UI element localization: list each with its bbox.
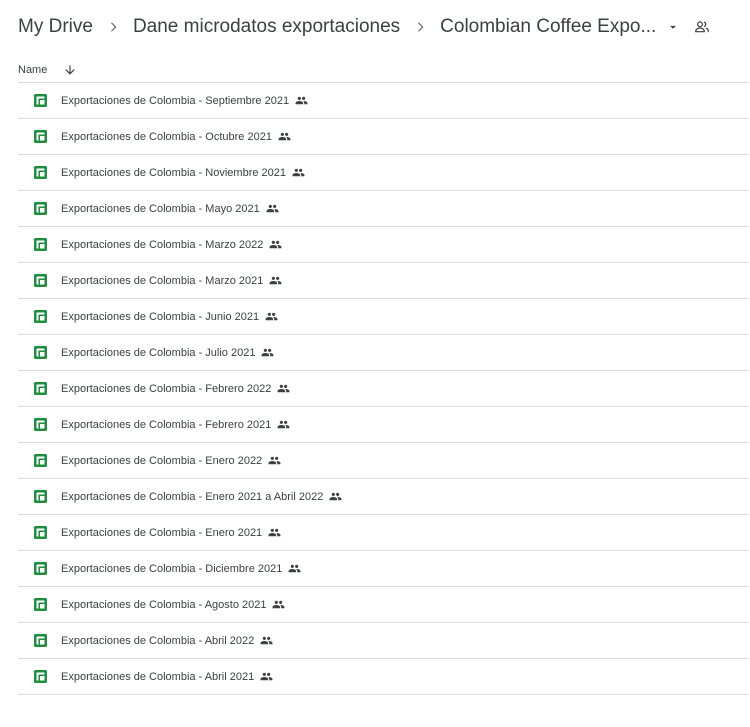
file-row[interactable]: Exportaciones de Colombia - Febrero 2021 [18,407,749,443]
file-row[interactable]: Exportaciones de Colombia - Septiembre 2… [18,83,749,119]
people-icon [288,562,301,575]
file-name: Exportaciones de Colombia - Agosto 2021 [61,598,267,611]
google-sheets-icon [34,94,47,107]
file-name: Exportaciones de Colombia - Marzo 2022 [61,238,264,251]
people-icon [272,598,285,611]
arrow-down-icon[interactable] [63,63,77,77]
chevron-right-icon [400,20,440,34]
file-row[interactable]: Exportaciones de Colombia - Febrero 2022 [18,371,749,407]
google-sheets-icon [34,238,47,251]
file-row[interactable]: Exportaciones de Colombia - Enero 2022 [18,443,749,479]
google-sheets-icon [34,274,47,287]
breadcrumb-dane-folder[interactable]: Dane microdatos exportaciones [133,16,400,38]
file-name: Exportaciones de Colombia - Enero 2022 [61,454,263,467]
file-row[interactable]: Exportaciones de Colombia - Agosto 2021 [18,587,749,623]
google-sheets-icon [34,562,47,575]
people-icon [260,634,273,647]
file-row[interactable]: Exportaciones de Colombia - Mayo 2021 [18,191,749,227]
file-name: Exportaciones de Colombia - Octubre 2021 [61,130,272,143]
google-sheets-icon [34,166,47,179]
breadcrumb: My Drive Dane microdatos exportaciones C… [18,12,710,42]
file-name: Exportaciones de Colombia - Febrero 2021 [61,418,272,431]
google-sheets-icon [34,202,47,215]
file-row[interactable]: Exportaciones de Colombia - Marzo 2022 [18,227,749,263]
file-name: Exportaciones de Colombia - Junio 2021 [61,310,260,323]
file-row[interactable]: Exportaciones de Colombia - Diciembre 20… [18,551,749,587]
name-column-header[interactable]: Name [18,64,47,76]
people-icon [278,130,291,143]
people-icon [268,454,281,467]
file-row[interactable]: Exportaciones de Colombia - Abril 2021 [18,659,749,695]
file-row[interactable]: Exportaciones de Colombia - Octubre 2021 [18,119,749,155]
breadcrumb-current-folder[interactable]: Colombian Coffee Expo... [440,16,656,38]
file-name: Exportaciones de Colombia - Abril 2022 [61,634,255,647]
file-name: Exportaciones de Colombia - Enero 2021 a… [61,490,324,503]
people-icon [292,166,305,179]
file-name: Exportaciones de Colombia - Noviembre 20… [61,166,287,179]
file-name: Exportaciones de Colombia - Septiembre 2… [61,94,290,107]
people-icon [268,526,281,539]
people-icon [260,670,273,683]
google-sheets-icon [34,490,47,503]
people-icon [265,310,278,323]
people-icon [329,490,342,503]
file-row[interactable]: Exportaciones de Colombia - Enero 2021 [18,515,749,551]
file-name: Exportaciones de Colombia - Mayo 2021 [61,202,260,215]
file-row[interactable]: Exportaciones de Colombia - Enero 2021 a… [18,479,749,515]
chevron-right-icon [93,20,133,34]
google-sheets-icon [34,382,47,395]
google-sheets-icon [34,454,47,467]
column-header: Name [18,58,749,83]
file-name: Exportaciones de Colombia - Julio 2021 [61,346,256,359]
caret-down-icon[interactable] [666,20,680,34]
file-row[interactable]: Exportaciones de Colombia - Marzo 2021 [18,263,749,299]
people-icon [277,418,290,431]
google-sheets-icon [34,130,47,143]
google-sheets-icon [34,418,47,431]
file-name: Exportaciones de Colombia - Abril 2021 [61,670,255,683]
file-name: Exportaciones de Colombia - Diciembre 20… [61,562,283,575]
google-sheets-icon [34,526,47,539]
file-row[interactable]: Exportaciones de Colombia - Julio 2021 [18,335,749,371]
file-name: Exportaciones de Colombia - Enero 2021 [61,526,263,539]
people-icon [277,382,290,395]
google-sheets-icon [34,670,47,683]
google-sheets-icon [34,346,47,359]
breadcrumb-my-drive[interactable]: My Drive [18,16,93,38]
shared-folder-icon[interactable] [694,19,710,35]
file-name: Exportaciones de Colombia - Marzo 2021 [61,274,264,287]
people-icon [269,274,282,287]
file-row[interactable]: Exportaciones de Colombia - Abril 2022 [18,623,749,659]
file-list: Exportaciones de Colombia - Septiembre 2… [18,83,749,695]
people-icon [266,202,279,215]
file-name: Exportaciones de Colombia - Febrero 2022 [61,382,272,395]
google-sheets-icon [34,598,47,611]
people-icon [295,94,308,107]
people-icon [261,346,274,359]
people-icon [269,238,282,251]
file-row[interactable]: Exportaciones de Colombia - Junio 2021 [18,299,749,335]
file-row[interactable]: Exportaciones de Colombia - Noviembre 20… [18,155,749,191]
google-sheets-icon [34,310,47,323]
google-sheets-icon [34,634,47,647]
